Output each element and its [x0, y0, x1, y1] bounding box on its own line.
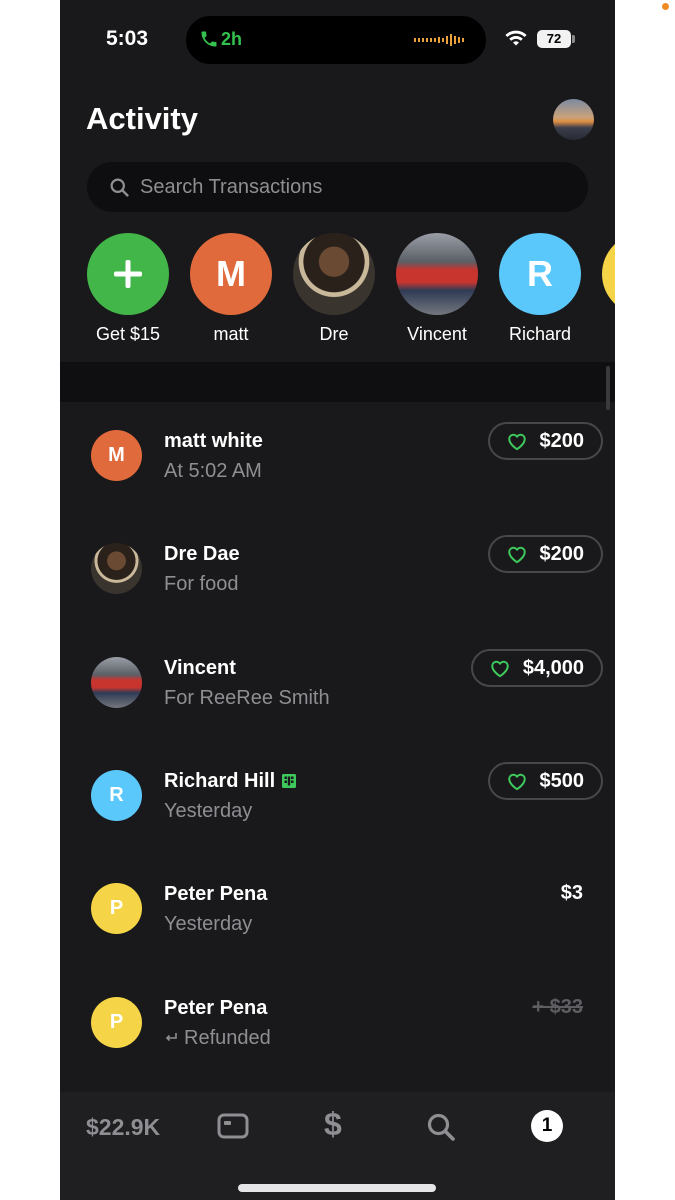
transaction-amount: $500 [539, 769, 585, 792]
home-indicator[interactable] [238, 1184, 436, 1192]
contact-initial: M [190, 233, 272, 315]
transaction-name: Peter Pena [164, 883, 268, 905]
transaction-subtitle: For food [164, 573, 239, 595]
recording-indicator [662, 3, 669, 10]
transaction-amount: + $33 [532, 996, 583, 1018]
transaction-row[interactable]: Dre Dae For food $200 [60, 524, 615, 624]
contact-name: Get $15 [95, 324, 161, 344]
transaction-avatar: R [91, 770, 142, 821]
contact-avatar-photo [293, 233, 375, 315]
search-placeholder: Search Transactions [140, 176, 323, 198]
contact-name: Dre [319, 324, 349, 344]
transaction-avatar-photo [91, 657, 142, 708]
contact-dre[interactable]: Dre [291, 233, 377, 345]
battery-tip [572, 35, 575, 43]
audio-waveform-icon [414, 34, 464, 46]
transaction-row[interactable]: Vincent For ReeRee Smith $4,000 [60, 638, 615, 738]
page-title: Activity [86, 101, 198, 136]
contact-avatar-photo [396, 233, 478, 315]
amount-pill[interactable]: $4,000 [470, 649, 603, 687]
contact-get-15[interactable]: Get $15 [85, 233, 171, 345]
transaction-name: Peter Pena [164, 997, 268, 1019]
transaction-name: Richard Hill [164, 770, 276, 792]
contact-name: Vincent [407, 324, 467, 344]
refund-icon [165, 1033, 177, 1042]
scroll-indicator[interactable] [606, 366, 610, 410]
phone-screen: 5:03 2h 72 Activity Search Transactions … [60, 0, 615, 1200]
plus-icon [87, 233, 169, 315]
transaction-amount: $200 [539, 429, 585, 452]
transaction-name: Vincent [164, 657, 236, 679]
transaction-row[interactable]: M matt white At 5:02 AM $200 [60, 411, 615, 511]
transaction-avatar-photo [91, 543, 142, 594]
business-building-icon [282, 774, 297, 788]
contact-partial[interactable] [600, 233, 615, 315]
card-icon[interactable] [217, 1112, 249, 1140]
transaction-avatar: P [91, 883, 142, 934]
transaction-name: Dre Dae [164, 543, 240, 565]
phone-call-icon [201, 31, 217, 47]
transaction-avatar: M [91, 430, 142, 481]
call-duration: 2h [221, 29, 243, 49]
transaction-amount: $4,000 [522, 656, 584, 679]
amount-pill[interactable]: $200 [487, 422, 603, 460]
transaction-amount: $200 [539, 542, 585, 565]
activity-tab-badge[interactable]: 1 [531, 1110, 563, 1142]
contact-vincent[interactable]: Vincent [394, 233, 480, 345]
amount-pill[interactable]: $200 [487, 535, 603, 573]
search-icon[interactable] [426, 1112, 456, 1142]
transaction-amount: $3 [560, 882, 583, 904]
contact-matt[interactable]: M matt [188, 233, 274, 345]
heart-icon [507, 546, 526, 564]
heart-icon [491, 660, 509, 678]
amount-pill[interactable]: $500 [487, 762, 603, 800]
heart-icon [507, 433, 526, 451]
heart-icon [507, 773, 526, 791]
transaction-name: matt white [164, 430, 263, 452]
section-divider [60, 362, 615, 402]
transaction-row[interactable]: P Peter Pena Refunded + $33 [60, 978, 615, 1078]
contact-name: Richard [508, 324, 572, 344]
transaction-subtitle: For ReeRee Smith [164, 687, 330, 709]
dynamic-island[interactable]: 2h [186, 16, 486, 64]
profile-avatar[interactable] [553, 99, 594, 140]
transaction-subtitle-wrap: Refunded [164, 1027, 271, 1050]
transaction-subtitle: Yesterday [164, 800, 253, 822]
wifi-icon [505, 30, 527, 46]
contact-initial: R [499, 233, 581, 315]
dollar-icon[interactable]: $ [324, 1106, 342, 1143]
contact-name: matt [213, 324, 249, 344]
contact-richard[interactable]: R Richard [497, 233, 583, 345]
contact-avatar [602, 233, 615, 315]
search-input[interactable]: Search Transactions [87, 162, 588, 212]
transaction-name-wrap: Richard Hill [164, 770, 297, 793]
transaction-subtitle: Refunded [184, 1027, 271, 1049]
transaction-subtitle: At 5:02 AM [164, 460, 262, 482]
nav-balance-tab[interactable]: $22.9K [86, 1114, 160, 1141]
bottom-nav: $22.9K $ 1 [60, 1092, 615, 1200]
transaction-row[interactable]: R Richard Hill Yesterday $500 [60, 751, 615, 851]
transaction-row[interactable]: P Peter Pena Yesterday $3 [60, 864, 615, 964]
status-time: 5:03 [106, 27, 149, 50]
battery-level: 72 [537, 30, 571, 48]
transaction-avatar: P [91, 997, 142, 1048]
transaction-subtitle: Yesterday [164, 913, 253, 935]
search-icon [110, 178, 129, 197]
